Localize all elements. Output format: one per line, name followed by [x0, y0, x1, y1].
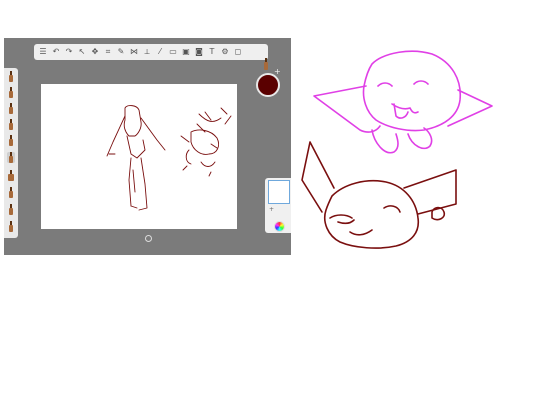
red-creature-doodle: [301, 141, 457, 249]
